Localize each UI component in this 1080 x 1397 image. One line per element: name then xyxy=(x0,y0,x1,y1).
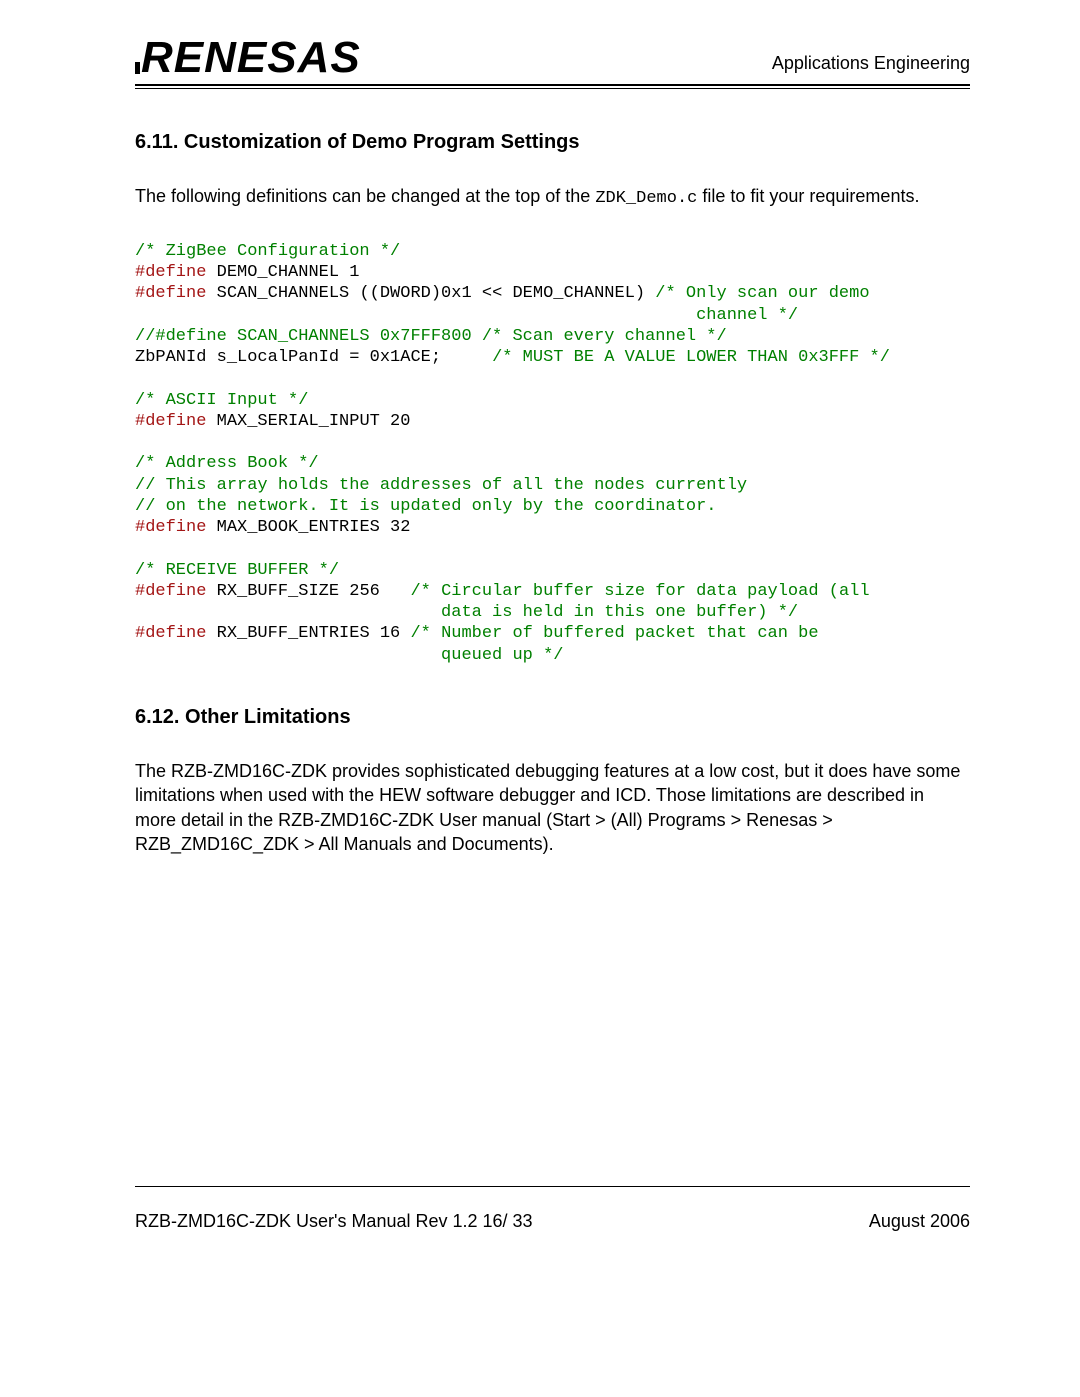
brand-logo: RENESAS xyxy=(135,28,425,78)
brand-text: RENESAS xyxy=(141,33,361,78)
section-612-body: The RZB-ZMD16C-ZDK provides sophisticate… xyxy=(135,759,970,856)
code-keyword: #define xyxy=(135,284,206,303)
code-comment: channel */ xyxy=(135,306,798,325)
intro-filename: ZDK_Demo.c xyxy=(595,189,697,208)
code-keyword: #define xyxy=(135,412,206,431)
code-line: /* ZigBee Configuration */ xyxy=(135,242,400,261)
code-comment: /* Address Book */ xyxy=(135,454,319,473)
code-comment: /* MUST BE A VALUE LOWER THAN 0x3FFF */ xyxy=(492,348,890,367)
code-keyword: #define xyxy=(135,624,206,643)
code-comment: // This array holds the addresses of all… xyxy=(135,476,747,495)
code-keyword: #define xyxy=(135,263,206,282)
intro-text-after: file to fit your requirements. xyxy=(697,186,919,206)
code-comment: /* RECEIVE BUFFER */ xyxy=(135,561,339,580)
code-text: RX_BUFF_ENTRIES 16 xyxy=(206,624,410,643)
code-block: /* ZigBee Configuration */ #define DEMO_… xyxy=(135,241,970,666)
code-comment: /* Only scan our demo xyxy=(655,284,869,303)
section-heading-611: 6.11. Customization of Demo Program Sett… xyxy=(135,131,970,154)
page-content: 6.11. Customization of Demo Program Sett… xyxy=(135,89,970,856)
code-comment: /* Number of buffered packet that can be xyxy=(410,624,818,643)
footer-rule xyxy=(135,1186,970,1187)
intro-text-before: The following definitions can be changed… xyxy=(135,186,595,206)
header-subtitle: Applications Engineering xyxy=(772,53,970,78)
footer-left: RZB-ZMD16C-ZDK User's Manual Rev 1.2 16/… xyxy=(135,1211,533,1232)
code-keyword: #define xyxy=(135,518,206,537)
code-comment: data is held in this one buffer) */ xyxy=(135,603,798,622)
footer-right: August 2006 xyxy=(869,1211,970,1232)
code-text: SCAN_CHANNELS ((DWORD)0x1 << DEMO_CHANNE… xyxy=(206,284,655,303)
code-text: MAX_SERIAL_INPUT 20 xyxy=(206,412,410,431)
code-comment: queued up */ xyxy=(135,646,563,665)
page: RENESAS Applications Engineering 6.11. C… xyxy=(0,0,1080,1397)
section-heading-612: 6.12. Other Limitations xyxy=(135,706,970,729)
code-comment: /* ASCII Input */ xyxy=(135,391,308,410)
intro-paragraph: The following definitions can be changed… xyxy=(135,184,970,211)
renesas-logo-icon: RENESAS xyxy=(135,28,425,78)
code-text: DEMO_CHANNEL 1 xyxy=(206,263,359,282)
code-text: ZbPANId s_LocalPanId = 0x1ACE; xyxy=(135,348,492,367)
page-header: RENESAS Applications Engineering xyxy=(135,28,970,82)
code-text: RX_BUFF_SIZE 256 xyxy=(206,582,410,601)
code-comment: //#define SCAN_CHANNELS 0x7FFF800 /* Sca… xyxy=(135,327,727,346)
code-keyword: #define xyxy=(135,582,206,601)
code-comment: /* Circular buffer size for data payload… xyxy=(410,582,869,601)
code-text: MAX_BOOK_ENTRIES 32 xyxy=(206,518,410,537)
code-comment: // on the network. It is updated only by… xyxy=(135,497,717,516)
page-footer: RZB-ZMD16C-ZDK User's Manual Rev 1.2 16/… xyxy=(135,1211,970,1232)
